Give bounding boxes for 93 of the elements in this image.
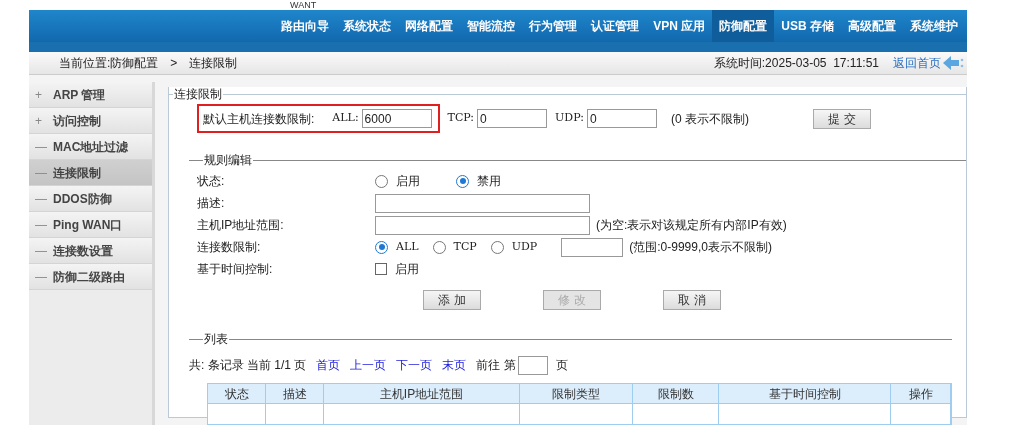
submit-button[interactable]: 提 交	[812, 108, 871, 129]
field-note: (范围:0-9999,0表示不限制)	[629, 239, 772, 256]
pager-link[interactable]: 首页	[316, 356, 341, 374]
sidebar-item-icon: +	[35, 85, 53, 104]
breadcrumb-separator: >	[170, 55, 178, 72]
field-label: TCP:	[447, 110, 475, 127]
section-legend: 规则编辑	[203, 151, 253, 169]
nav-tab[interactable]: USB 存储	[774, 10, 841, 42]
sidebar-item-label: 连接数设置	[53, 242, 113, 260]
button[interactable]: 取 消	[663, 290, 721, 310]
pager-link[interactable]: 上一页	[350, 356, 387, 374]
section-legend: 列表	[203, 330, 229, 348]
column-header: 操作	[891, 384, 950, 404]
nav-tab[interactable]: 系统状态	[336, 10, 399, 42]
column-header: 主机IP地址范围	[324, 384, 519, 404]
pager-link[interactable]: 末页	[442, 356, 467, 374]
nav-tab[interactable]: 网络配置	[398, 10, 461, 42]
sidebar-item[interactable]: + ARP 管理	[29, 82, 152, 108]
field-label: UDP:	[555, 110, 584, 127]
nav-tab[interactable]: 认证管理	[584, 10, 647, 42]
sidebar-item-icon: —	[35, 215, 53, 234]
radio-button[interactable]	[456, 174, 469, 188]
field-note: (0 表示不限制)	[670, 110, 749, 128]
column-header: 限制类型	[520, 384, 632, 404]
sidebar-item[interactable]: — Ping WAN口	[29, 212, 152, 238]
nav-tab[interactable]: 高级配置	[841, 10, 903, 42]
nav-tab[interactable]: 路由向导	[274, 10, 337, 42]
sidebar-item[interactable]: — 连接数设置	[29, 238, 152, 264]
nav-tab[interactable]: 防御配置	[712, 10, 775, 42]
column-header: 基于时间控制	[719, 384, 890, 404]
nav-tab[interactable]: 行为管理	[522, 10, 585, 42]
home-link[interactable]: 返回首页	[893, 54, 941, 72]
sidebar-item-label: 防御二级路由	[53, 268, 125, 286]
button[interactable]: 添 加	[423, 290, 481, 310]
input-field[interactable]	[517, 355, 548, 375]
field-label: ALL:	[332, 110, 359, 127]
sidebar-item-icon: —	[35, 267, 53, 286]
input-field[interactable]: 0	[477, 109, 548, 128]
sidebar-item-icon: —	[35, 241, 53, 260]
breadcrumb-location: 当前位置:防御配置	[59, 55, 159, 72]
record-summary: 共: 条记录 当前 1/1 页	[189, 357, 307, 374]
page-caption: WANT	[290, 0, 317, 10]
section-legend: 连接限制	[173, 87, 223, 101]
input-field[interactable]	[375, 193, 590, 213]
field-label: 描述:	[197, 195, 226, 212]
radio-button[interactable]	[375, 240, 388, 254]
sidebar-item-icon: —	[35, 189, 53, 208]
sidebar-item-label: MAC地址过滤	[53, 138, 129, 156]
sidebar-item-label: ARP 管理	[53, 86, 106, 104]
option-label: 禁用	[477, 173, 501, 190]
input-field[interactable]: 6000	[361, 109, 432, 128]
column-header: 状态	[208, 384, 265, 404]
column-header: 描述	[266, 384, 323, 404]
goto-label: 前往 第	[476, 357, 516, 374]
goto-suffix: 页	[555, 357, 568, 374]
nav-tab[interactable]: 智能流控	[460, 10, 523, 42]
sidebar-item[interactable]: — 连接限制	[29, 160, 152, 186]
sidebar-item[interactable]: — DDOS防御	[29, 186, 152, 212]
checkbox[interactable]	[375, 263, 387, 275]
column-header: 限制数	[633, 384, 718, 404]
input-field[interactable]: 0	[586, 109, 657, 128]
sidebar-item-label: Ping WAN口	[53, 216, 123, 234]
option-label: 启用	[395, 261, 419, 278]
breadcrumb-current: 连接限制	[189, 55, 238, 72]
back-arrow-icon[interactable]	[943, 56, 965, 70]
field-label: 默认主机连接数限制:	[203, 110, 315, 128]
sidebar-item[interactable]: — MAC地址过滤	[29, 134, 152, 160]
input-field[interactable]	[375, 215, 590, 235]
option-label: ALL	[396, 238, 419, 255]
field-label: 状态:	[197, 173, 226, 190]
input-field[interactable]	[561, 237, 624, 257]
nav-tab[interactable]: VPN 应用	[646, 10, 713, 42]
option-label: 启用	[396, 173, 420, 190]
field-note: (为空:表示对该规定所有内部IP有效)	[596, 217, 787, 234]
field-label: 连接数限制:	[197, 239, 262, 256]
sidebar-item-icon: —	[35, 137, 53, 156]
nav-tab[interactable]: 系统维护	[903, 10, 965, 42]
sidebar-item[interactable]: — 防御二级路由	[29, 264, 152, 290]
sidebar-item-icon: —	[35, 163, 53, 182]
radio-button[interactable]	[432, 240, 446, 254]
radio-button[interactable]	[490, 240, 504, 254]
option-label: TCP	[453, 238, 477, 255]
sidebar-item-label: 连接限制	[53, 164, 101, 182]
option-label: UDP	[511, 238, 538, 255]
sidebar-item-label: DDOS防御	[53, 190, 112, 208]
sidebar-item[interactable]: + 访问控制	[29, 108, 152, 134]
sidebar-item-icon: +	[35, 111, 53, 130]
field-label: 基于时间控制:	[197, 261, 274, 278]
pager-link[interactable]: 下一页	[396, 356, 433, 374]
system-time: 系统时间:2025-03-05 17:11:51	[713, 55, 879, 72]
radio-button[interactable]	[375, 174, 388, 188]
sidebar-item-label: 访问控制	[53, 112, 101, 130]
field-label: 主机IP地址范围:	[197, 217, 285, 234]
